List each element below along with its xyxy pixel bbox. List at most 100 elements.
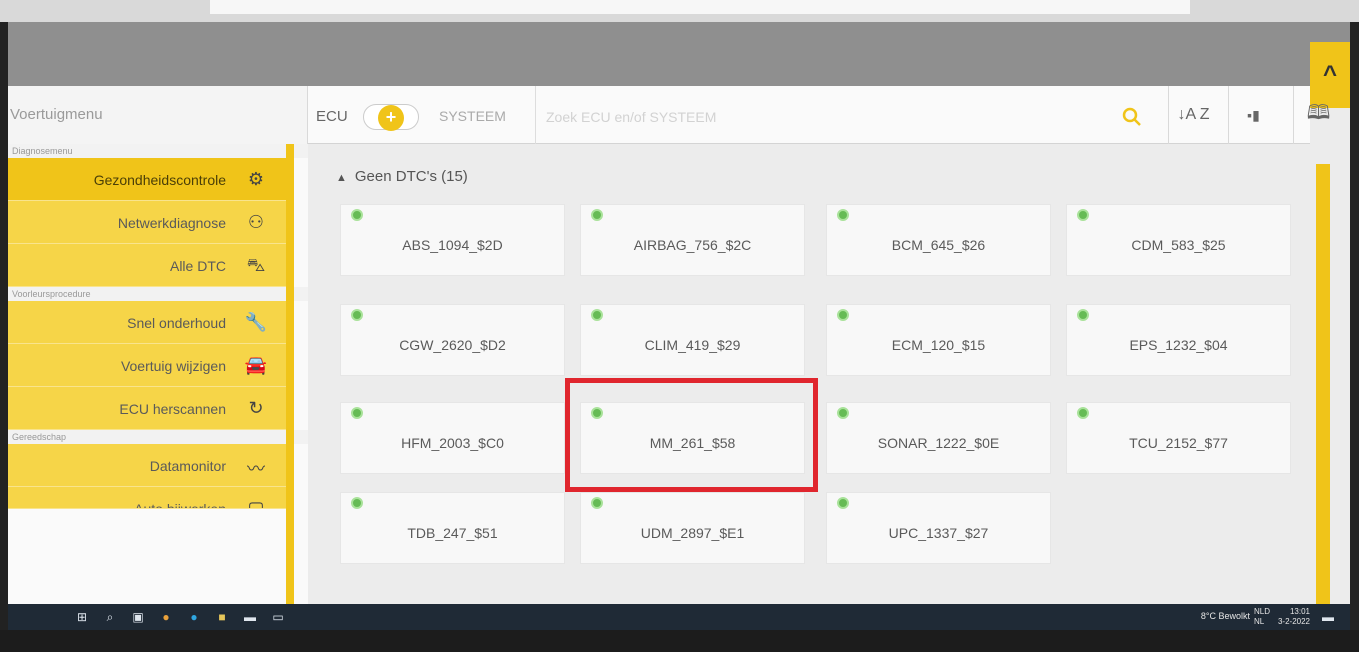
sidebar-item-label: ECU herscannen: [119, 401, 226, 417]
check-status-icon: [591, 497, 603, 509]
language-indicator[interactable]: NLD NL: [1254, 607, 1270, 627]
ecu-tile[interactable]: TCU_2152_$77: [1066, 402, 1291, 474]
car-icon: 🚘: [244, 355, 268, 375]
sidebar-item-netwerkdiagnose[interactable]: Netwerkdiagnose ⚇: [8, 201, 286, 244]
book-icon: 🕮: [1306, 102, 1331, 124]
check-status-icon: [591, 209, 603, 221]
ecu-tile[interactable]: AIRBAG_756_$2C: [580, 204, 805, 276]
task-view-icon[interactable]: ▣: [130, 609, 146, 625]
ecu-tile[interactable]: CLIM_419_$29: [580, 304, 805, 376]
weather-tray[interactable]: 8°C Bewolkt: [1201, 611, 1250, 621]
check-status-icon: [837, 407, 849, 419]
ecu-tile[interactable]: SONAR_1222_$0E: [826, 402, 1051, 474]
ecu-tile-label: ECM_120_$15: [891, 337, 986, 353]
content-scrollbar[interactable]: [1316, 164, 1330, 604]
check-status-icon: [351, 497, 363, 509]
ecu-tile-label: ABS_1094_$2D: [402, 237, 503, 253]
check-status-icon: [1077, 309, 1089, 321]
check-status-icon: [837, 309, 849, 321]
check-status-icon: [837, 209, 849, 221]
clock-time: 13:01: [1289, 607, 1310, 616]
graph-icon: 〰: [247, 459, 265, 479]
sidebar: Diagnosemenu Gezondheidscontrole ⚙ Netwe…: [8, 144, 308, 604]
network-icon: ⚇: [247, 212, 265, 232]
ecu-tile[interactable]: UPC_1337_$27: [826, 492, 1051, 564]
sidebar-item-datamonitor[interactable]: Datamonitor 〰: [8, 444, 286, 487]
highlight-box: [565, 378, 818, 492]
ecu-tile[interactable]: BCM_645_$26: [826, 204, 1051, 276]
windows-start-icon[interactable]: ⊞: [74, 609, 90, 625]
vehicle-menu-label[interactable]: Voertuigmenu: [8, 86, 308, 144]
diagnostic-app-icon[interactable]: ▭: [270, 609, 286, 625]
ecu-tile-label: SONAR_1222_$0E: [877, 435, 1000, 451]
ecu-tile-label: EPS_1232_$04: [1129, 337, 1228, 353]
check-status-icon: [351, 309, 363, 321]
ecu-tile[interactable]: ECM_120_$15: [826, 304, 1051, 376]
sidebar-scrollbar[interactable]: [286, 144, 294, 604]
monitor-bezel-bottom: [0, 630, 1359, 652]
check-status-icon: [351, 407, 363, 419]
monitor-bezel-left: [0, 22, 8, 652]
gear-icon: ⚙: [247, 169, 265, 189]
sidebar-item-gezondheidscontrole[interactable]: Gezondheidscontrole ⚙: [8, 158, 286, 201]
sidebar-item-label: Voertuig wijzigen: [120, 358, 226, 374]
ecu-tile-label: BCM_645_$26: [891, 237, 986, 253]
chevron-up-icon: ▲: [336, 172, 347, 184]
lang-sub: NL: [1253, 617, 1265, 626]
ecu-tile-label: HFM_2003_$C0: [401, 435, 504, 451]
sidebar-section-title: Diagnosemenu: [8, 144, 308, 158]
sidebar-section-title: Gereedschap: [8, 430, 308, 444]
sort-az-icon: ↓A Z: [1177, 106, 1210, 123]
sidebar-item-ecu-herscannen[interactable]: ECU herscannen ↻: [8, 387, 286, 430]
file-explorer-icon[interactable]: ■: [214, 609, 230, 625]
divider: [535, 86, 536, 144]
ecu-tile-label: UPC_1337_$27: [888, 525, 989, 541]
ecu-tile-label: AIRBAG_756_$2C: [633, 237, 752, 253]
ecu-tile[interactable]: TDB_247_$51: [340, 492, 565, 564]
check-status-icon: [1077, 209, 1089, 221]
monitor-bezel-right: [1350, 22, 1359, 652]
sidebar-item-label: Snel onderhoud: [127, 315, 226, 331]
group-header-no-dtcs[interactable]: ▲ Geen DTC's (15): [336, 168, 468, 185]
edge-icon[interactable]: ●: [186, 609, 202, 625]
sidebar-item-alle-dtc[interactable]: Alle DTC ⛍: [8, 244, 286, 287]
search-icon[interactable]: ⌕: [102, 609, 118, 625]
sort-button[interactable]: ↓A Z: [1168, 86, 1218, 144]
app-icon[interactable]: ▬: [242, 609, 258, 625]
systeem-label: SYSTEEM: [439, 108, 506, 124]
ecu-tile[interactable]: ABS_1094_$2D: [340, 204, 565, 276]
chrome-icon[interactable]: ●: [158, 609, 174, 625]
ecu-tile-label: UDM_2897_$E1: [640, 525, 745, 541]
manual-button[interactable]: 🕮: [1293, 86, 1343, 144]
ecu-label: ECU: [316, 108, 348, 125]
plus-icon: +: [378, 105, 404, 131]
group-title: Geen DTC's (15): [354, 168, 468, 185]
photo-background: [0, 0, 1359, 22]
ecu-tile-label: CGW_2620_$D2: [399, 337, 506, 353]
refresh-icon: ↻: [248, 398, 264, 418]
ecu-tile-label: CDM_583_$25: [1131, 237, 1226, 253]
ecu-system-toggle[interactable]: +: [363, 104, 419, 131]
search-icon[interactable]: [1121, 106, 1143, 128]
sidebar-item-label: Datamonitor: [149, 458, 226, 474]
sidebar-item-label: Alle DTC: [169, 258, 226, 274]
ecu-tile[interactable]: CGW_2620_$D2: [340, 304, 565, 376]
sidebar-item-voertuig-wijzigen[interactable]: Voertuig wijzigen 🚘: [8, 344, 286, 387]
ecu-tile-label: TDB_247_$51: [407, 525, 498, 541]
ecu-tile[interactable]: EPS_1232_$04: [1066, 304, 1291, 376]
search-input[interactable]: [546, 102, 1106, 132]
check-status-icon: [837, 497, 849, 509]
paper-sheet: [210, 0, 1190, 14]
notifications-icon[interactable]: ▬: [1320, 609, 1336, 625]
lang-code: NLD: [1253, 607, 1270, 616]
ecu-tile[interactable]: CDM_583_$25: [1066, 204, 1291, 276]
sidebar-section-title: Voorleursprocedure: [8, 287, 308, 301]
wrench-icon: 🔧: [244, 312, 268, 332]
clock-date: 3-2-2022: [1277, 617, 1310, 626]
clock[interactable]: 13:01 3-2-2022: [1278, 607, 1310, 627]
sidebar-item-snel-onderhoud[interactable]: Snel onderhoud 🔧: [8, 301, 286, 344]
ecu-tile[interactable]: UDM_2897_$E1: [580, 492, 805, 564]
ecu-tile[interactable]: HFM_2003_$C0: [340, 402, 565, 474]
sidebar-item-auto-bijwerken[interactable]: Auto bijwerken ▢: [8, 487, 286, 509]
signal-button[interactable]: ▪▮: [1228, 86, 1278, 144]
